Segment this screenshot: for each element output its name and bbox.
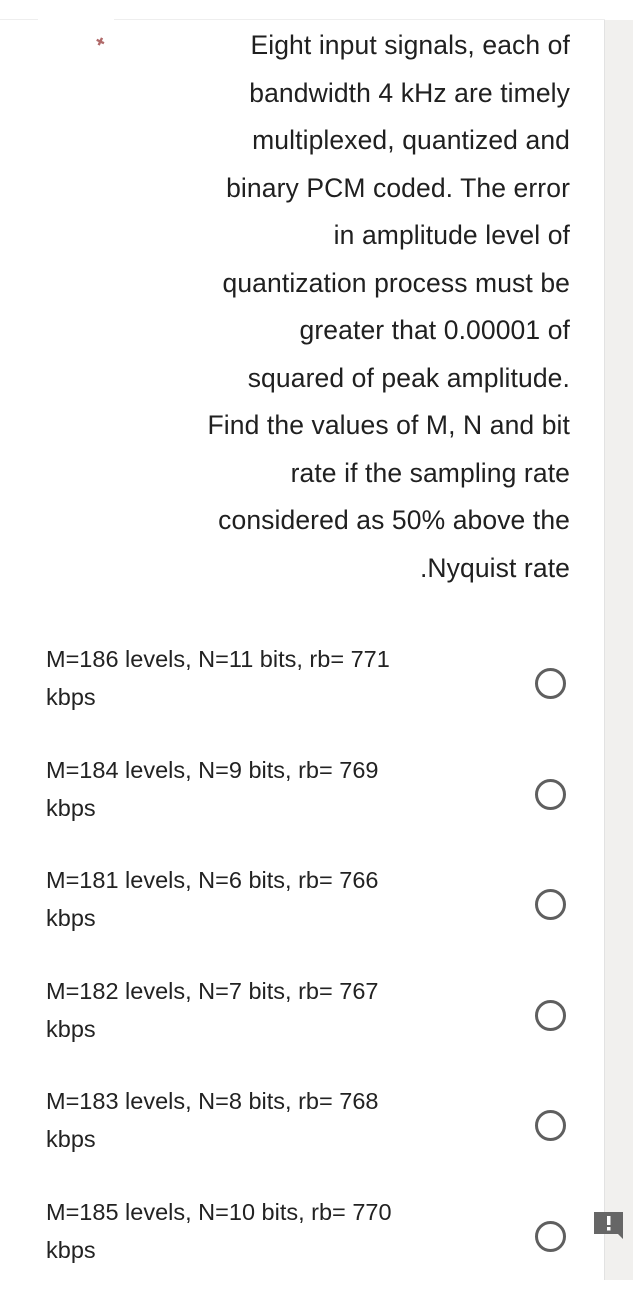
question-line: quantization process must be (120, 260, 570, 308)
radio-button[interactable] (535, 779, 566, 810)
question-text: Eight input signals, each of bandwidth 4… (120, 22, 570, 592)
answer-option[interactable]: M=182 levels, N=7 bits, rb= 767 kbps (0, 972, 605, 1083)
option-label-line: M=183 levels, N=8 bits, rb= 768 (46, 1082, 476, 1120)
feedback-icon-glyph (592, 1211, 625, 1241)
option-label-line: M=185 levels, N=10 bits, rb= 770 (46, 1193, 476, 1231)
answer-option[interactable]: M=185 levels, N=10 bits, rb= 770 kbps (0, 1193, 605, 1303)
question-line: squared of peak amplitude. (120, 355, 570, 403)
radio-button[interactable] (535, 1110, 566, 1141)
radio-button[interactable] (535, 668, 566, 699)
radio-button[interactable] (535, 889, 566, 920)
radio-button[interactable] (535, 1221, 566, 1252)
option-label[interactable]: M=185 levels, N=10 bits, rb= 770 kbps (46, 1193, 476, 1269)
answer-option[interactable]: M=186 levels, N=11 bits, rb= 771 kbps (0, 640, 605, 751)
option-label-line: M=186 levels, N=11 bits, rb= 771 (46, 640, 476, 678)
question-line: Find the values of M, N and bit (120, 402, 570, 450)
answer-option[interactable]: M=181 levels, N=6 bits, rb= 766 kbps (0, 861, 605, 972)
option-label-line: kbps (46, 1120, 476, 1158)
option-label[interactable]: M=182 levels, N=7 bits, rb= 767 kbps (46, 972, 476, 1048)
option-label-line: M=181 levels, N=6 bits, rb= 766 (46, 861, 476, 899)
question-line: multiplexed, quantized and (120, 117, 570, 165)
option-label[interactable]: M=184 levels, N=9 bits, rb= 769 kbps (46, 751, 476, 827)
option-label-line: M=182 levels, N=7 bits, rb= 767 (46, 972, 476, 1010)
answer-option[interactable]: M=183 levels, N=8 bits, rb= 768 kbps (0, 1082, 605, 1193)
top-strip (0, 0, 633, 19)
question-line: considered as 50% above the (120, 497, 570, 545)
option-label-line: kbps (46, 789, 476, 827)
radio-button[interactable] (535, 1000, 566, 1031)
question-line: rate if the sampling rate (120, 450, 570, 498)
question-line: .Nyquist rate (120, 545, 570, 593)
option-label-line: kbps (46, 1231, 476, 1269)
question-line: binary PCM coded. The error (120, 165, 570, 213)
question-line: Eight input signals, each of (120, 22, 570, 70)
divider-gap (38, 18, 114, 21)
right-gutter (604, 20, 633, 1280)
answer-option[interactable]: M=184 levels, N=9 bits, rb= 769 kbps (0, 751, 605, 862)
answer-options: M=186 levels, N=11 bits, rb= 771 kbps M=… (0, 640, 605, 1303)
option-label[interactable]: M=181 levels, N=6 bits, rb= 766 kbps (46, 861, 476, 937)
option-label[interactable]: M=186 levels, N=11 bits, rb= 771 kbps (46, 640, 476, 716)
option-label-line: kbps (46, 1010, 476, 1048)
question-line: bandwidth 4 kHz are timely (120, 70, 570, 118)
option-label[interactable]: M=183 levels, N=8 bits, rb= 768 kbps (46, 1082, 476, 1158)
option-label-line: kbps (46, 899, 476, 937)
option-label-line: kbps (46, 678, 476, 716)
question-line: in amplitude level of (120, 212, 570, 260)
option-label-line: M=184 levels, N=9 bits, rb= 769 (46, 751, 476, 789)
feedback-exclamation-icon[interactable] (592, 1211, 625, 1241)
question-line: greater that 0.00001 of (120, 307, 570, 355)
